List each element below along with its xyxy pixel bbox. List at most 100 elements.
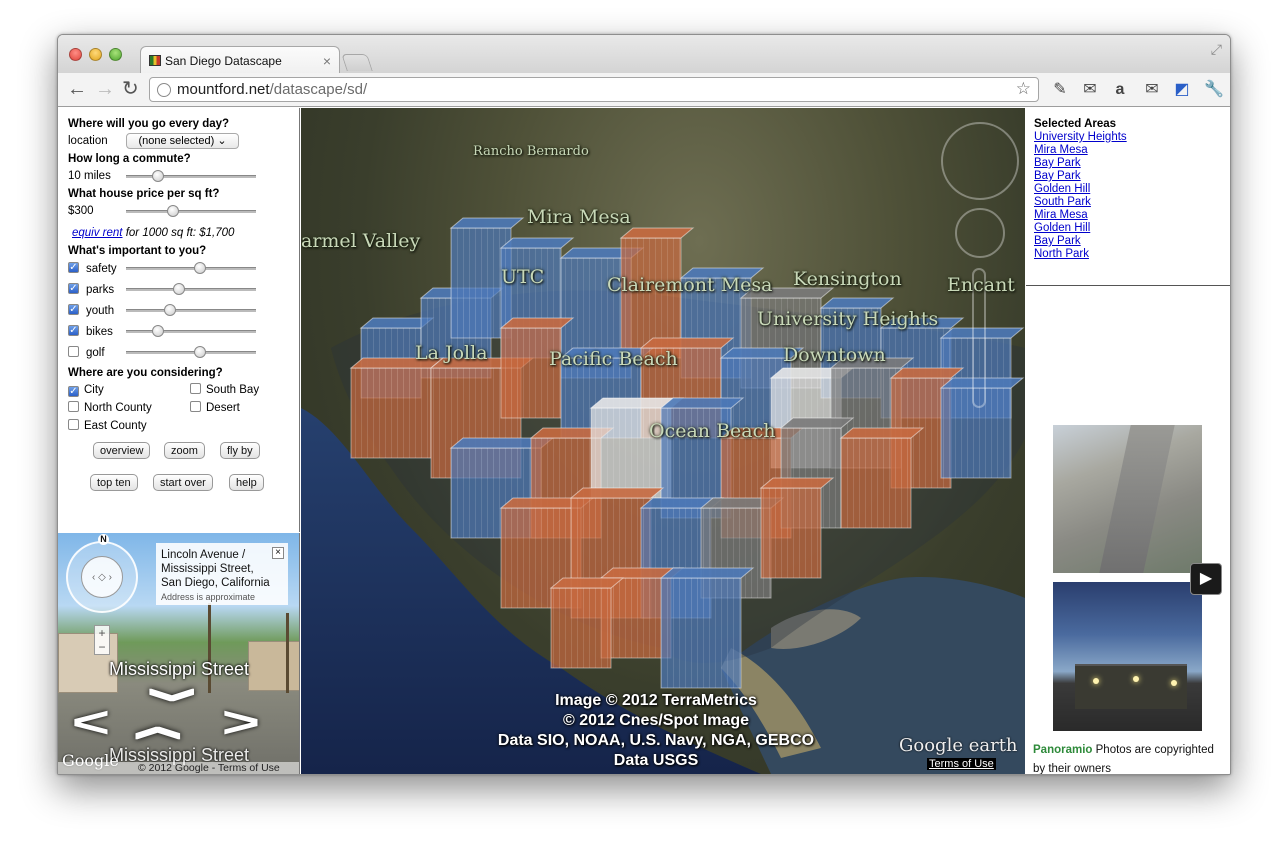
priority-slider-knob[interactable] bbox=[194, 346, 207, 358]
equiv-rent-link[interactable]: equiv rent bbox=[72, 227, 123, 239]
extension-amazon-icon[interactable]: a bbox=[1110, 80, 1130, 100]
selected-area-link[interactable]: Mira Mesa bbox=[1034, 144, 1230, 157]
priority-checkbox[interactable]: ✓ bbox=[68, 262, 79, 273]
fly-by-button[interactable]: fly by bbox=[220, 442, 260, 459]
map-place-label: Pacific Beach bbox=[549, 348, 678, 370]
url-domain: mountford.net bbox=[177, 81, 270, 98]
move-control-icon[interactable] bbox=[955, 208, 1005, 258]
region-option[interactable]: ✓ City bbox=[68, 382, 104, 398]
look-control-icon[interactable] bbox=[941, 122, 1019, 200]
region-checkbox[interactable] bbox=[190, 401, 201, 412]
google-earth-view[interactable]: Rancho Bernardo Mira Mesa armel Valley UTC C… bbox=[301, 108, 1025, 774]
pan-control-icon[interactable]: ‹ ◇ › bbox=[81, 556, 123, 598]
priority-checkbox[interactable]: ✓ bbox=[68, 304, 79, 315]
maximize-window-button[interactable] bbox=[109, 48, 122, 61]
bookmark-star-icon[interactable]: ☆ bbox=[1016, 79, 1031, 99]
extension-mail-icon[interactable]: ✉ bbox=[1142, 80, 1162, 100]
terms-of-use-link[interactable]: Terms of Use bbox=[927, 758, 996, 770]
priority-slider-knob[interactable] bbox=[173, 283, 186, 295]
tab-close-icon[interactable]: × bbox=[323, 53, 331, 69]
back-icon[interactable]: ← bbox=[67, 78, 87, 100]
selected-area-link[interactable]: Golden Hill bbox=[1034, 222, 1230, 235]
price-value: $300 bbox=[68, 205, 94, 217]
extension-square-icon[interactable]: ◩ bbox=[1172, 80, 1192, 100]
priority-slider-knob[interactable] bbox=[151, 325, 164, 337]
region-checkbox[interactable]: ✓ bbox=[68, 386, 79, 397]
street-view-panel[interactable]: N ‹ ◇ › + − Lincoln Avenue / Mississippi … bbox=[58, 533, 300, 774]
region-checkbox[interactable] bbox=[190, 383, 201, 394]
zoom-button[interactable]: zoom bbox=[164, 442, 205, 459]
selected-area-link[interactable]: Bay Park bbox=[1034, 235, 1230, 248]
minimize-window-button[interactable] bbox=[89, 48, 102, 61]
selected-area-link[interactable]: Mira Mesa bbox=[1034, 209, 1230, 222]
priority-slider-knob[interactable] bbox=[163, 304, 176, 316]
forward-icon[interactable]: → bbox=[95, 78, 115, 100]
address-approx-note: Address is approximate bbox=[161, 592, 256, 602]
selected-area-link[interactable]: Bay Park bbox=[1034, 170, 1230, 183]
region-option[interactable]: North County bbox=[68, 400, 152, 416]
priority-checkbox[interactable]: ✓ bbox=[68, 283, 79, 294]
priority-slider[interactable] bbox=[126, 304, 256, 316]
region-option[interactable]: East County bbox=[68, 418, 147, 434]
neighborhood-block[interactable] bbox=[839, 427, 925, 529]
priority-slider[interactable] bbox=[126, 325, 256, 337]
street-view-compass[interactable]: N ‹ ◇ › bbox=[66, 534, 138, 613]
close-window-button[interactable] bbox=[69, 48, 82, 61]
neighborhood-block[interactable] bbox=[349, 357, 445, 459]
selected-area-link[interactable]: Bay Park bbox=[1034, 157, 1230, 170]
new-tab-button[interactable] bbox=[341, 54, 373, 71]
selected-area-link[interactable]: South Park bbox=[1034, 196, 1230, 209]
selected-area-link[interactable]: Golden Hill bbox=[1034, 183, 1230, 196]
question-price: What house price per sq ft? bbox=[68, 188, 220, 200]
wrench-icon[interactable]: 🔧 bbox=[1204, 80, 1224, 100]
priority-slider[interactable] bbox=[126, 346, 256, 358]
photo-building bbox=[1075, 664, 1187, 709]
location-select[interactable]: (none selected) ⌄ bbox=[126, 133, 239, 149]
commute-slider-knob[interactable] bbox=[151, 170, 164, 182]
start-over-button[interactable]: start over bbox=[153, 474, 213, 491]
google-earth-logo: Google earth bbox=[899, 735, 1018, 756]
priority-checkbox[interactable] bbox=[68, 346, 79, 357]
street-photo[interactable] bbox=[1053, 425, 1202, 573]
next-photo-button[interactable]: ▶ bbox=[1190, 563, 1222, 595]
building-photo[interactable] bbox=[1053, 582, 1202, 731]
region-option[interactable]: South Bay bbox=[190, 382, 259, 398]
help-button[interactable]: help bbox=[229, 474, 264, 491]
fullscreen-icon[interactable]: ⤢ bbox=[1211, 41, 1222, 58]
price-slider-knob[interactable] bbox=[167, 205, 180, 217]
reload-icon[interactable]: ↻ bbox=[122, 78, 139, 100]
address-line: San Diego, California bbox=[161, 577, 270, 589]
region-option[interactable]: Desert bbox=[190, 400, 240, 416]
forward-arrow-icon[interactable]: ‹ bbox=[101, 686, 229, 703]
priority-label: youth bbox=[86, 305, 115, 317]
browser-toolbar: ← → ↻ mountford.net/datascape/sd/ ☆ ✎ ✉ … bbox=[58, 73, 1230, 107]
region-checkbox[interactable] bbox=[68, 401, 79, 412]
priority-slider-knob[interactable] bbox=[194, 262, 207, 274]
extension-gmail-icon[interactable]: ✉ bbox=[1080, 80, 1100, 100]
priority-slider[interactable] bbox=[126, 262, 256, 274]
neighborhood-block[interactable] bbox=[659, 567, 755, 689]
browser-window: San Diego Datascape × ⤢ ← → ↻ mountford.… bbox=[57, 34, 1231, 775]
back-arrow-icon[interactable]: ‹ bbox=[101, 724, 229, 741]
priority-checkbox[interactable]: ✓ bbox=[68, 325, 79, 336]
region-checkbox[interactable] bbox=[68, 419, 79, 430]
close-icon[interactable]: × bbox=[272, 547, 284, 559]
attribution-line: © 2012 Cnes/Spot Image bbox=[562, 712, 750, 729]
equiv-rent-row: equiv rent for 1000 sq ft: $1,700 bbox=[68, 225, 299, 245]
street-view-zoom[interactable]: + − bbox=[94, 625, 110, 655]
street-view-footer[interactable]: © 2012 Google - Terms of Use bbox=[58, 762, 299, 774]
address-bar[interactable]: mountford.net/datascape/sd/ ☆ bbox=[149, 77, 1039, 102]
priority-label: golf bbox=[86, 347, 105, 359]
browser-tab[interactable]: San Diego Datascape × bbox=[140, 46, 340, 74]
overview-button[interactable]: overview bbox=[93, 442, 151, 459]
selected-area-link[interactable]: North Park bbox=[1034, 248, 1230, 261]
price-slider[interactable] bbox=[126, 205, 256, 217]
selected-area-link[interactable]: University Heights bbox=[1034, 131, 1230, 144]
top-ten-button[interactable]: top ten bbox=[90, 474, 138, 491]
commute-value: 10 miles bbox=[68, 170, 111, 182]
commute-slider[interactable] bbox=[126, 170, 256, 182]
priority-slider[interactable] bbox=[126, 283, 256, 295]
attribution-line: Data USGS bbox=[613, 752, 699, 769]
extension-pen-icon[interactable]: ✎ bbox=[1050, 80, 1070, 100]
panoramio-logo: Panoramio bbox=[1033, 744, 1093, 756]
